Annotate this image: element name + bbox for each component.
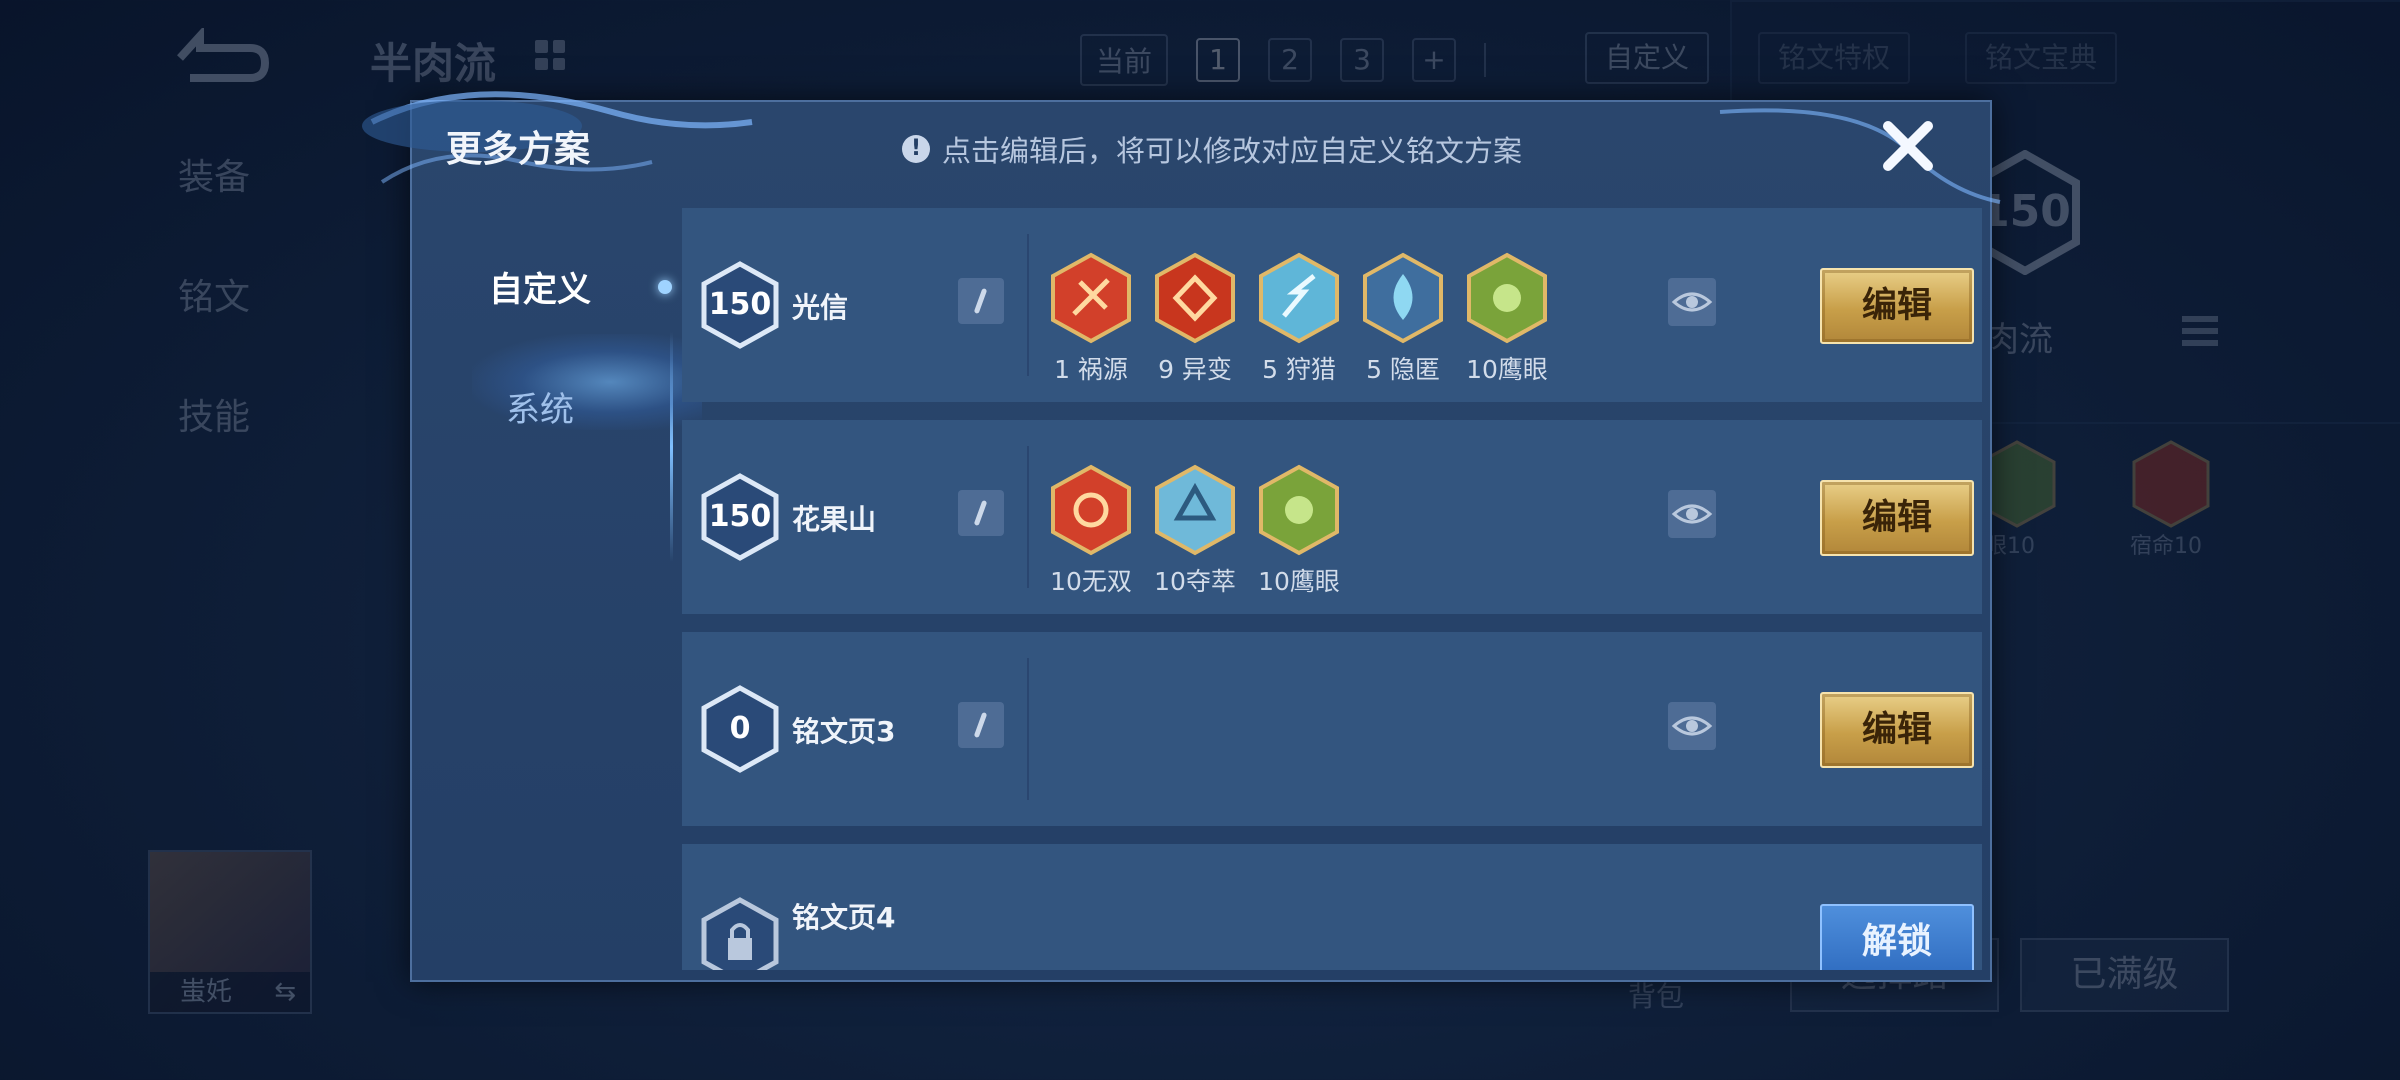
- rename-button[interactable]: [958, 702, 1004, 748]
- info-icon: !: [902, 135, 930, 163]
- rune-page-row: 150 光信 1 祸源 9 异变 5 狩猎 5 隐匿 10鹰眼 编辑: [682, 208, 1982, 402]
- page-level: 0: [729, 711, 751, 746]
- eye-icon[interactable]: [1668, 490, 1716, 538]
- rune-label: 9 异变: [1158, 355, 1232, 384]
- rune-page-row: 150 花果山 10无双 10夺萃 10鹰眼 编辑: [682, 420, 1982, 614]
- edit-button[interactable]: 编辑: [1820, 268, 1974, 344]
- rune-page-row: 0 铭文页3 编辑: [682, 632, 1982, 826]
- rune-label: 10鹰眼: [1258, 567, 1340, 596]
- rune-shoulie-icon: [1259, 252, 1339, 344]
- notice: ! 点击编辑后，将可以修改对应自定义铭文方案: [902, 128, 1522, 170]
- rune-label: 1 祸源: [1054, 355, 1128, 384]
- divider: [1027, 446, 1029, 588]
- active-indicator: [658, 280, 672, 294]
- rune-yinni-icon: [1363, 252, 1443, 344]
- plans-sidebar: [412, 212, 673, 978]
- notice-text: 点击编辑后，将可以修改对应自定义铭文方案: [942, 134, 1523, 168]
- rune-page-row: 铭文页4 解锁: [682, 844, 1982, 970]
- tab-system[interactable]: 系统: [412, 382, 668, 431]
- rune-yibian-icon: [1155, 252, 1235, 344]
- rune-label: 10无双: [1050, 567, 1132, 596]
- more-plans-modal: 更多方案 ! 点击编辑后，将可以修改对应自定义铭文方案 自定义 系统 150 光…: [362, 91, 2001, 982]
- rename-button[interactable]: [958, 278, 1004, 324]
- rune-yingyan-icon: [1467, 252, 1547, 344]
- rune-duocui-icon: [1155, 464, 1235, 556]
- unlock-button[interactable]: 解锁: [1820, 904, 1974, 970]
- page-level: 150: [708, 499, 772, 534]
- rune-label: 10夺萃: [1154, 567, 1236, 596]
- page-name: 铭文页4: [792, 901, 896, 934]
- eye-icon[interactable]: [1668, 702, 1716, 750]
- rune-huoyuan-icon: [1051, 252, 1131, 344]
- rune-wushuang-icon: [1051, 464, 1131, 556]
- edit-button[interactable]: 编辑: [1820, 480, 1974, 556]
- lock-icon: [701, 897, 779, 970]
- divider: [1027, 658, 1029, 800]
- rune-label: 5 隐匿: [1366, 355, 1440, 384]
- eye-icon[interactable]: [1668, 278, 1716, 326]
- page-name: 花果山: [792, 503, 877, 536]
- divider: [1027, 234, 1029, 376]
- rune-yingyan-icon: [1259, 464, 1339, 556]
- rune-label: 10鹰眼: [1466, 355, 1548, 384]
- tab-custom[interactable]: 自定义: [412, 262, 668, 311]
- modal-title: 更多方案: [446, 129, 591, 170]
- page-name: 光信: [792, 291, 849, 324]
- close-icon[interactable]: [1878, 116, 1938, 176]
- page-level: 150: [708, 287, 772, 322]
- rune-label: 5 狩猎: [1262, 355, 1336, 384]
- page-name: 铭文页3: [792, 715, 896, 748]
- rename-button[interactable]: [958, 490, 1004, 536]
- edit-button[interactable]: 编辑: [1820, 692, 1974, 768]
- plan-list: 150 光信 1 祸源 9 异变 5 狩猎 5 隐匿 10鹰眼 编辑 150 花…: [682, 208, 1982, 970]
